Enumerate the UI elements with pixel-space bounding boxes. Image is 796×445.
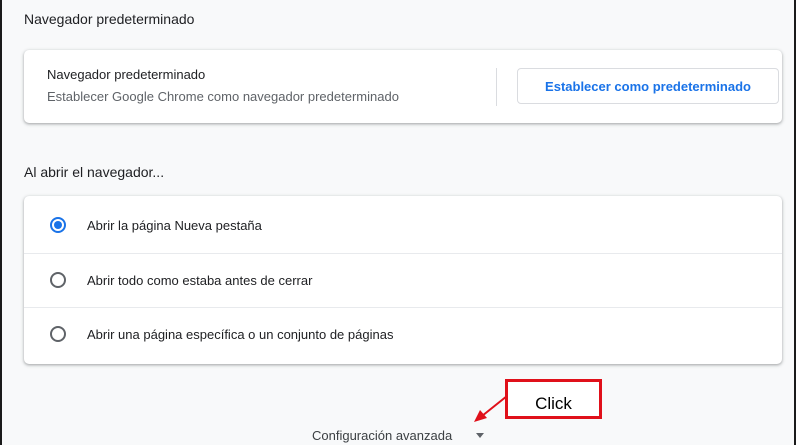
on-startup-section-title: Al abrir el navegador... <box>24 164 165 180</box>
default-browser-card-description: Establecer Google Chrome como navegador … <box>47 89 399 104</box>
click-callout: Click <box>505 379 602 419</box>
default-browser-card: Navegador predeterminado Establecer Goog… <box>24 50 782 123</box>
vertical-separator <box>496 68 497 106</box>
radio-checked-icon[interactable] <box>50 217 66 233</box>
on-startup-card: Abrir la página Nueva pestaña Abrir todo… <box>24 196 782 364</box>
advanced-settings-toggle[interactable]: Configuración avanzada <box>312 425 485 445</box>
default-browser-card-title: Navegador predeterminado <box>47 67 206 82</box>
startup-option-label: Abrir una página específica o un conjunt… <box>87 326 394 342</box>
chevron-down-icon <box>476 432 485 438</box>
radio-unchecked-icon[interactable] <box>50 272 66 288</box>
set-default-browser-button[interactable]: Establecer como predeterminado <box>517 68 779 104</box>
radio-unchecked-icon[interactable] <box>50 326 66 342</box>
advanced-settings-label: Configuración avanzada <box>312 427 453 443</box>
settings-page: Navegador predeterminado Navegador prede… <box>0 0 796 445</box>
startup-option-continue[interactable]: Abrir todo como estaba antes de cerrar <box>24 253 782 306</box>
startup-option-new-tab[interactable]: Abrir la página Nueva pestaña <box>24 199 782 251</box>
startup-option-specific-pages[interactable]: Abrir una página específica o un conjunt… <box>24 307 782 360</box>
startup-option-label: Abrir todo como estaba antes de cerrar <box>87 272 313 288</box>
startup-option-label: Abrir la página Nueva pestaña <box>87 217 262 233</box>
default-browser-section-title: Navegador predeterminado <box>24 11 195 27</box>
